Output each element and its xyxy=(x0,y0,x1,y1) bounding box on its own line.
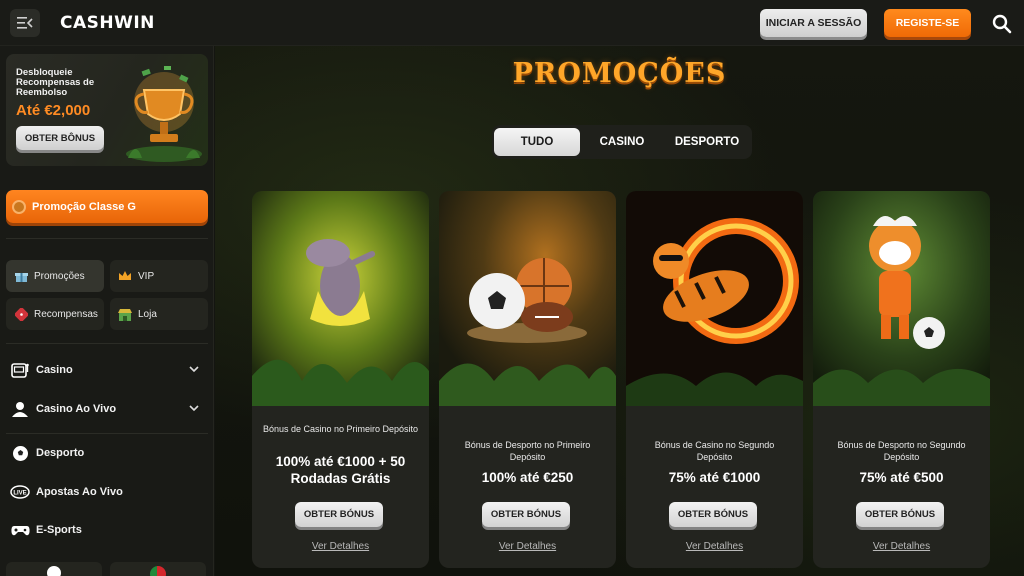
chevron-down-icon[interactable] xyxy=(188,363,200,375)
sidebar-item-label: Casino Ao Vivo xyxy=(36,403,117,415)
sidebar-tile-label: VIP xyxy=(138,270,155,282)
register-button[interactable]: REGISTE-SE xyxy=(884,9,971,37)
portugal-flag-icon xyxy=(150,566,166,576)
search-icon xyxy=(992,14,1012,34)
card-details-link[interactable]: Ver Detalhes xyxy=(813,541,990,552)
tiger-soccer-image xyxy=(813,191,990,406)
sidebar-item-casino[interactable]: Casino xyxy=(10,357,206,383)
promo-card-sport-second-deposit: Bónus de Desporto no Segundo Depósito 75… xyxy=(813,191,990,568)
card-subtitle: Bónus de Desporto no Segundo Depósito xyxy=(837,440,966,462)
hippo-dancer-image xyxy=(252,191,429,406)
card-headline: 75% até €1000 xyxy=(668,470,761,485)
page-title: PROMOÇÕES xyxy=(512,58,727,89)
support-button[interactable] xyxy=(6,562,102,576)
coin-icon xyxy=(12,199,26,214)
promo-card-amount: Até €2,000 xyxy=(16,102,91,119)
sidebar-item-desporto[interactable]: Desporto xyxy=(10,440,206,466)
dealer-icon xyxy=(10,400,30,418)
card-subtitle: Bónus de Desporto no Primeiro Depósito xyxy=(464,440,591,462)
card-headline: 100% até €250 xyxy=(481,470,574,485)
sidebar-item-esports[interactable]: E-Sports xyxy=(10,517,206,543)
language-button[interactable] xyxy=(110,562,206,576)
sidebar-tile-promocoes[interactable]: Promoções xyxy=(6,260,104,292)
card-headline: 75% até €500 xyxy=(859,470,944,485)
card-details-link[interactable]: Ver Detalhes xyxy=(626,541,803,552)
fire-ring-tiger-image xyxy=(626,191,803,406)
trophy-icon xyxy=(126,66,202,162)
sidebar-tile-loja[interactable]: Loja xyxy=(110,298,208,330)
chevron-down-icon[interactable] xyxy=(188,402,200,414)
sidebar-item-casino-ao-vivo[interactable]: Casino Ao Vivo xyxy=(10,396,206,422)
tab-desporto[interactable]: DESPORTO xyxy=(664,128,750,156)
svg-text:LIVE: LIVE xyxy=(13,491,26,497)
promo-tabs: TUDO CASINO DESPORTO xyxy=(492,125,752,159)
soccer-ball-icon xyxy=(10,444,30,462)
sidebar-divider xyxy=(6,433,208,434)
promo-card-text: Desbloqueie Recompensas de Reembolso xyxy=(16,67,95,98)
card-headline: 100% até €1000 + 50 Rodadas Grátis xyxy=(275,454,406,486)
sidebar: Desbloqueie Recompensas de Reembolso Até… xyxy=(0,46,214,576)
promo-card-bonus-button[interactable]: OBTER BÔNUS xyxy=(16,126,104,150)
top-header: CASHWIN INICIAR A SESSÃO REGISTE-SE xyxy=(0,0,1024,46)
card-bonus-button[interactable]: OBTER BÓNUS xyxy=(856,502,944,527)
logo[interactable]: CASHWIN xyxy=(60,13,155,33)
promo-card-casino-first-deposit: Bónus de Casino no Primeiro Depósito 100… xyxy=(252,191,429,568)
sidebar-divider xyxy=(6,238,208,239)
card-bonus-button[interactable]: OBTER BÓNUS xyxy=(482,502,570,527)
sidebar-item-apostas-ao-vivo[interactable]: LIVE Apostas Ao Vivo xyxy=(10,479,206,505)
chat-icon xyxy=(47,566,61,576)
search-button[interactable] xyxy=(986,8,1018,40)
promo-classe-g-button[interactable]: Promoção Classe G xyxy=(6,190,208,223)
slot-machine-icon xyxy=(10,361,30,379)
card-details-link[interactable]: Ver Detalhes xyxy=(252,541,429,552)
promo-card-casino-second-deposit: Bónus de Casino no Segundo Depósito 75% … xyxy=(626,191,803,568)
promo-classe-g-label: Promoção Classe G xyxy=(32,200,136,213)
card-subtitle: Bónus de Casino no Primeiro Depósito xyxy=(262,424,419,434)
tab-tudo[interactable]: TUDO xyxy=(494,128,580,156)
sidebar-item-label: Casino xyxy=(36,364,73,376)
sidebar-item-label: Apostas Ao Vivo xyxy=(36,486,123,498)
menu-toggle-button[interactable] xyxy=(10,9,40,37)
promo-card-sport-first-deposit: Bónus de Desporto no Primeiro Depósito 1… xyxy=(439,191,616,568)
main-content: PROMOÇÕES TUDO CASINO DESPORTO Bónus de … xyxy=(215,46,1024,576)
tab-casino[interactable]: CASINO xyxy=(580,128,664,156)
card-bonus-button[interactable]: OBTER BÓNUS xyxy=(295,502,383,527)
card-bonus-button[interactable]: OBTER BÓNUS xyxy=(669,502,757,527)
sidebar-divider xyxy=(6,343,208,344)
shop-icon xyxy=(118,307,132,321)
card-subtitle: Bónus de Casino no Segundo Depósito xyxy=(654,440,775,462)
sidebar-item-label: E-Sports xyxy=(36,524,82,536)
gamepad-icon xyxy=(10,521,30,539)
card-details-link[interactable]: Ver Detalhes xyxy=(439,541,616,552)
cashback-promo-card[interactable]: Desbloqueie Recompensas de Reembolso Até… xyxy=(6,54,208,166)
gift-icon xyxy=(14,269,28,283)
sidebar-tile-recompensas[interactable]: Recompensas xyxy=(6,298,104,330)
sport-balls-image xyxy=(439,191,616,406)
dice-icon xyxy=(14,307,28,321)
sidebar-item-label: Desporto xyxy=(36,447,85,459)
crown-icon xyxy=(118,269,132,283)
sidebar-tile-label: Recompensas xyxy=(34,308,98,320)
live-icon: LIVE xyxy=(10,483,30,501)
sidebar-tile-vip[interactable]: VIP xyxy=(110,260,208,292)
sidebar-tile-label: Loja xyxy=(138,308,157,320)
sidebar-tile-label: Promoções xyxy=(34,270,85,282)
menu-icon xyxy=(17,17,33,29)
login-button[interactable]: INICIAR A SESSÃO xyxy=(760,9,867,37)
